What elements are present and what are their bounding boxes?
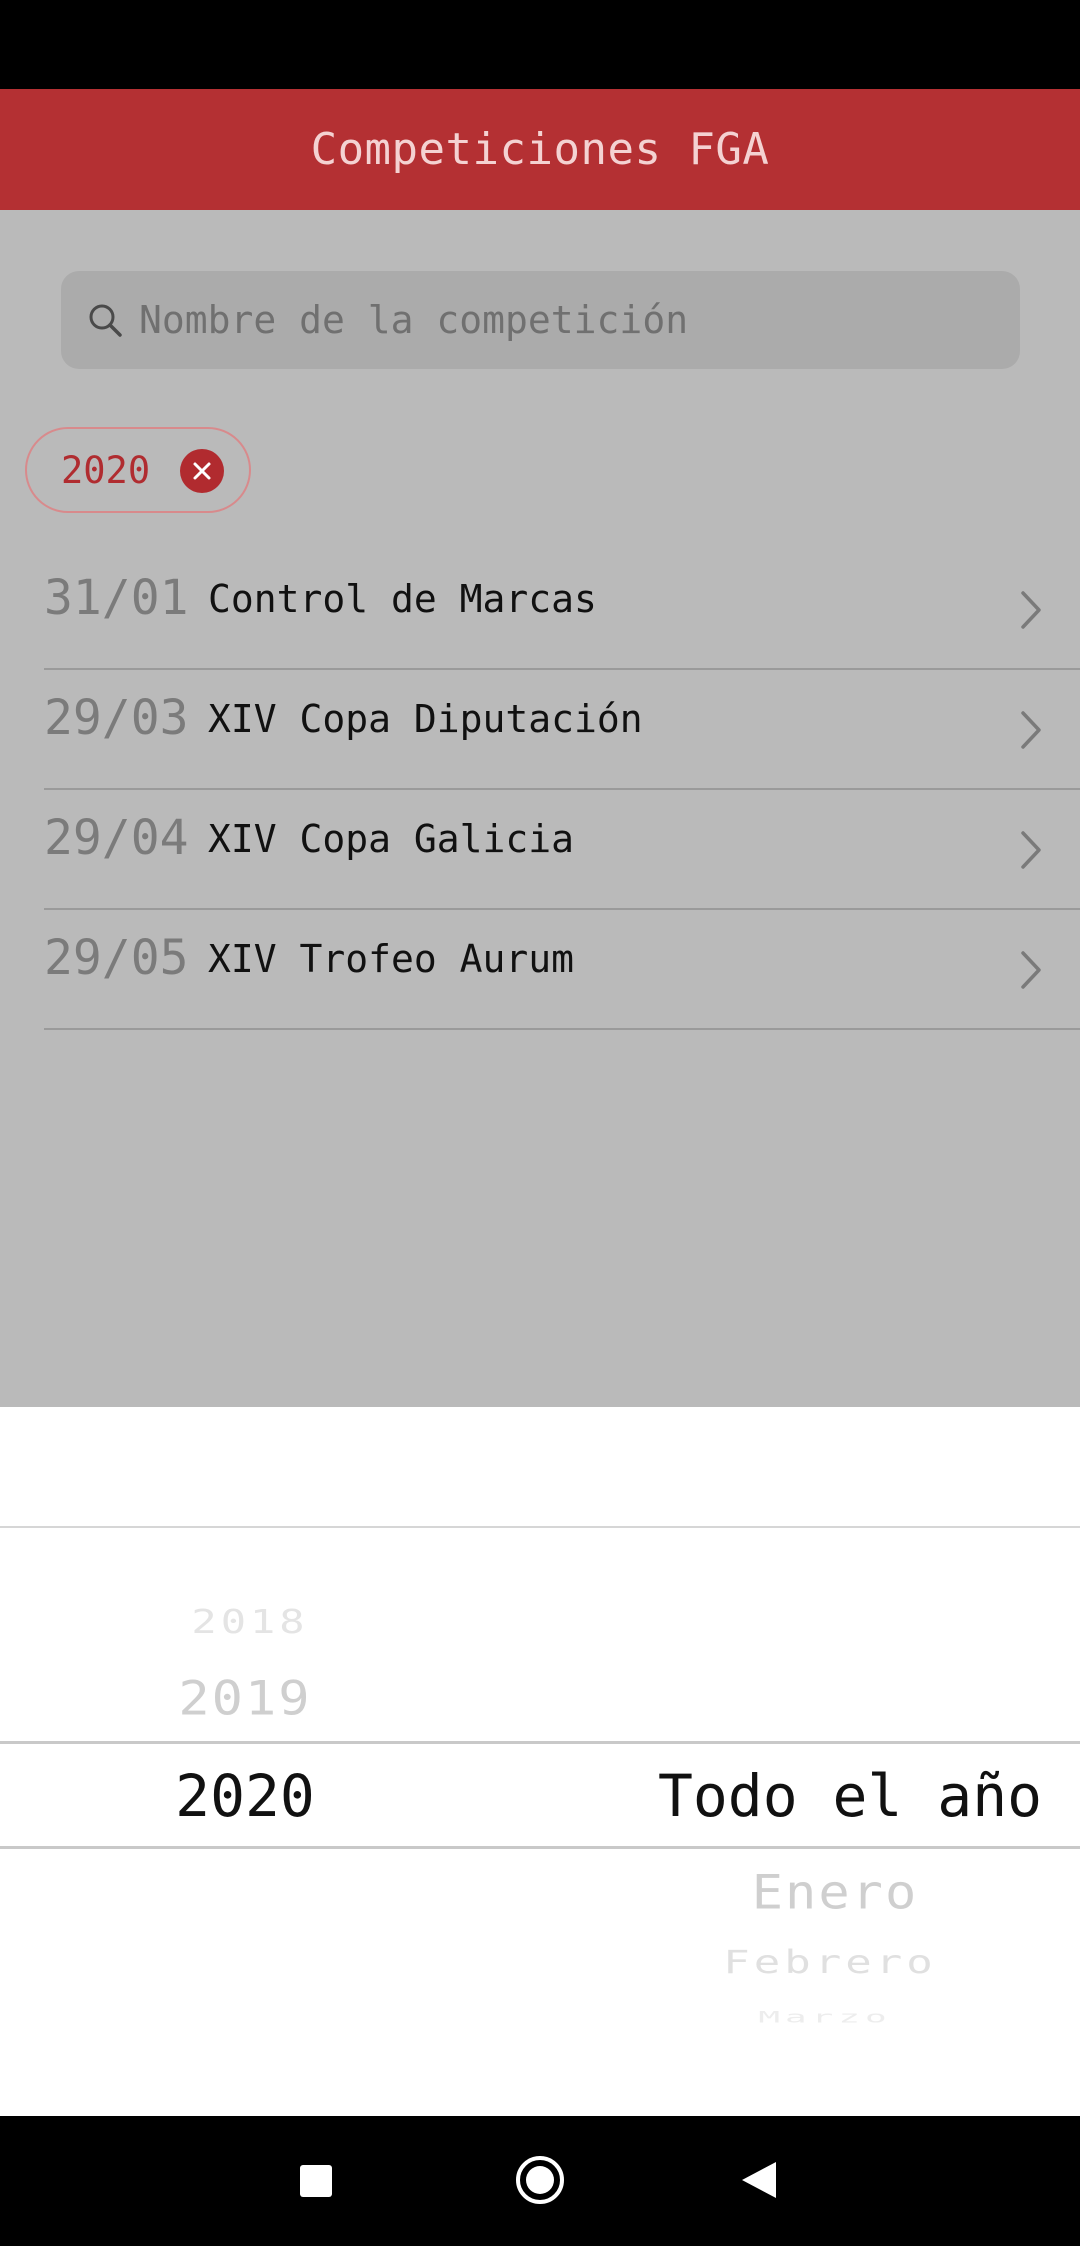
picker-toolbar-divider (0, 1526, 1080, 1528)
competition-date: 29/04 (44, 810, 189, 866)
circle-icon[interactable] (514, 2154, 566, 2206)
year-option[interactable]: 2019 (80, 1672, 410, 1726)
triangle-back-icon[interactable] (740, 2160, 778, 2200)
list-item[interactable]: 31/01 Control de Marcas (0, 550, 1080, 670)
picker-selection-top-line (0, 1741, 1080, 1744)
square-icon[interactable] (298, 2163, 334, 2199)
chip-label: 2020 (61, 448, 151, 492)
competition-name: XIV Copa Galicia (208, 817, 575, 861)
chevron-right-icon (1021, 831, 1041, 869)
chip-close-button[interactable] (180, 449, 224, 493)
competition-list: 31/01 Control de Marcas 29/03 XIV Copa D… (0, 550, 1080, 1030)
year-selected[interactable]: 2020 (80, 1762, 410, 1830)
year-option[interactable]: 2018 (80, 1602, 420, 1640)
month-option[interactable]: Enero (620, 1866, 1050, 1920)
app-header: Competiciones FGA (0, 89, 1080, 210)
year-filter-chip[interactable]: 2020 (25, 427, 251, 513)
list-item[interactable]: 29/05 XIV Trofeo Aurum (0, 910, 1080, 1030)
status-bar (0, 0, 1080, 89)
competition-name: Control de Marcas (208, 577, 597, 621)
month-option[interactable]: Febrero (620, 1944, 1040, 1981)
search-icon (89, 304, 122, 337)
competition-name: XIV Trofeo Aurum (208, 937, 575, 981)
close-icon (193, 462, 211, 480)
month-option[interactable]: Marzo (620, 2008, 1030, 2026)
page-title: Competiciones FGA (310, 124, 770, 175)
list-item[interactable]: 29/04 XIV Copa Galicia (0, 790, 1080, 910)
competition-date: 29/05 (44, 930, 189, 986)
system-nav-bar (0, 2116, 1080, 2246)
chevron-right-icon (1021, 951, 1041, 989)
competition-date: 31/01 (44, 570, 189, 626)
row-divider (44, 1028, 1080, 1030)
search-box[interactable] (61, 271, 1020, 369)
list-item[interactable]: 29/03 XIV Copa Diputación (0, 670, 1080, 790)
search-input[interactable] (139, 298, 999, 342)
chevron-right-icon (1021, 591, 1041, 629)
picker-selection-bottom-line (0, 1846, 1080, 1849)
date-picker-sheet: 2018 2019 2020 Todo el año Enero Febrero… (0, 1407, 1080, 2116)
competition-date: 29/03 (44, 690, 189, 746)
chevron-right-icon (1021, 711, 1041, 749)
competition-name: XIV Copa Diputación (208, 697, 643, 741)
month-selected[interactable]: Todo el año (620, 1762, 1080, 1830)
